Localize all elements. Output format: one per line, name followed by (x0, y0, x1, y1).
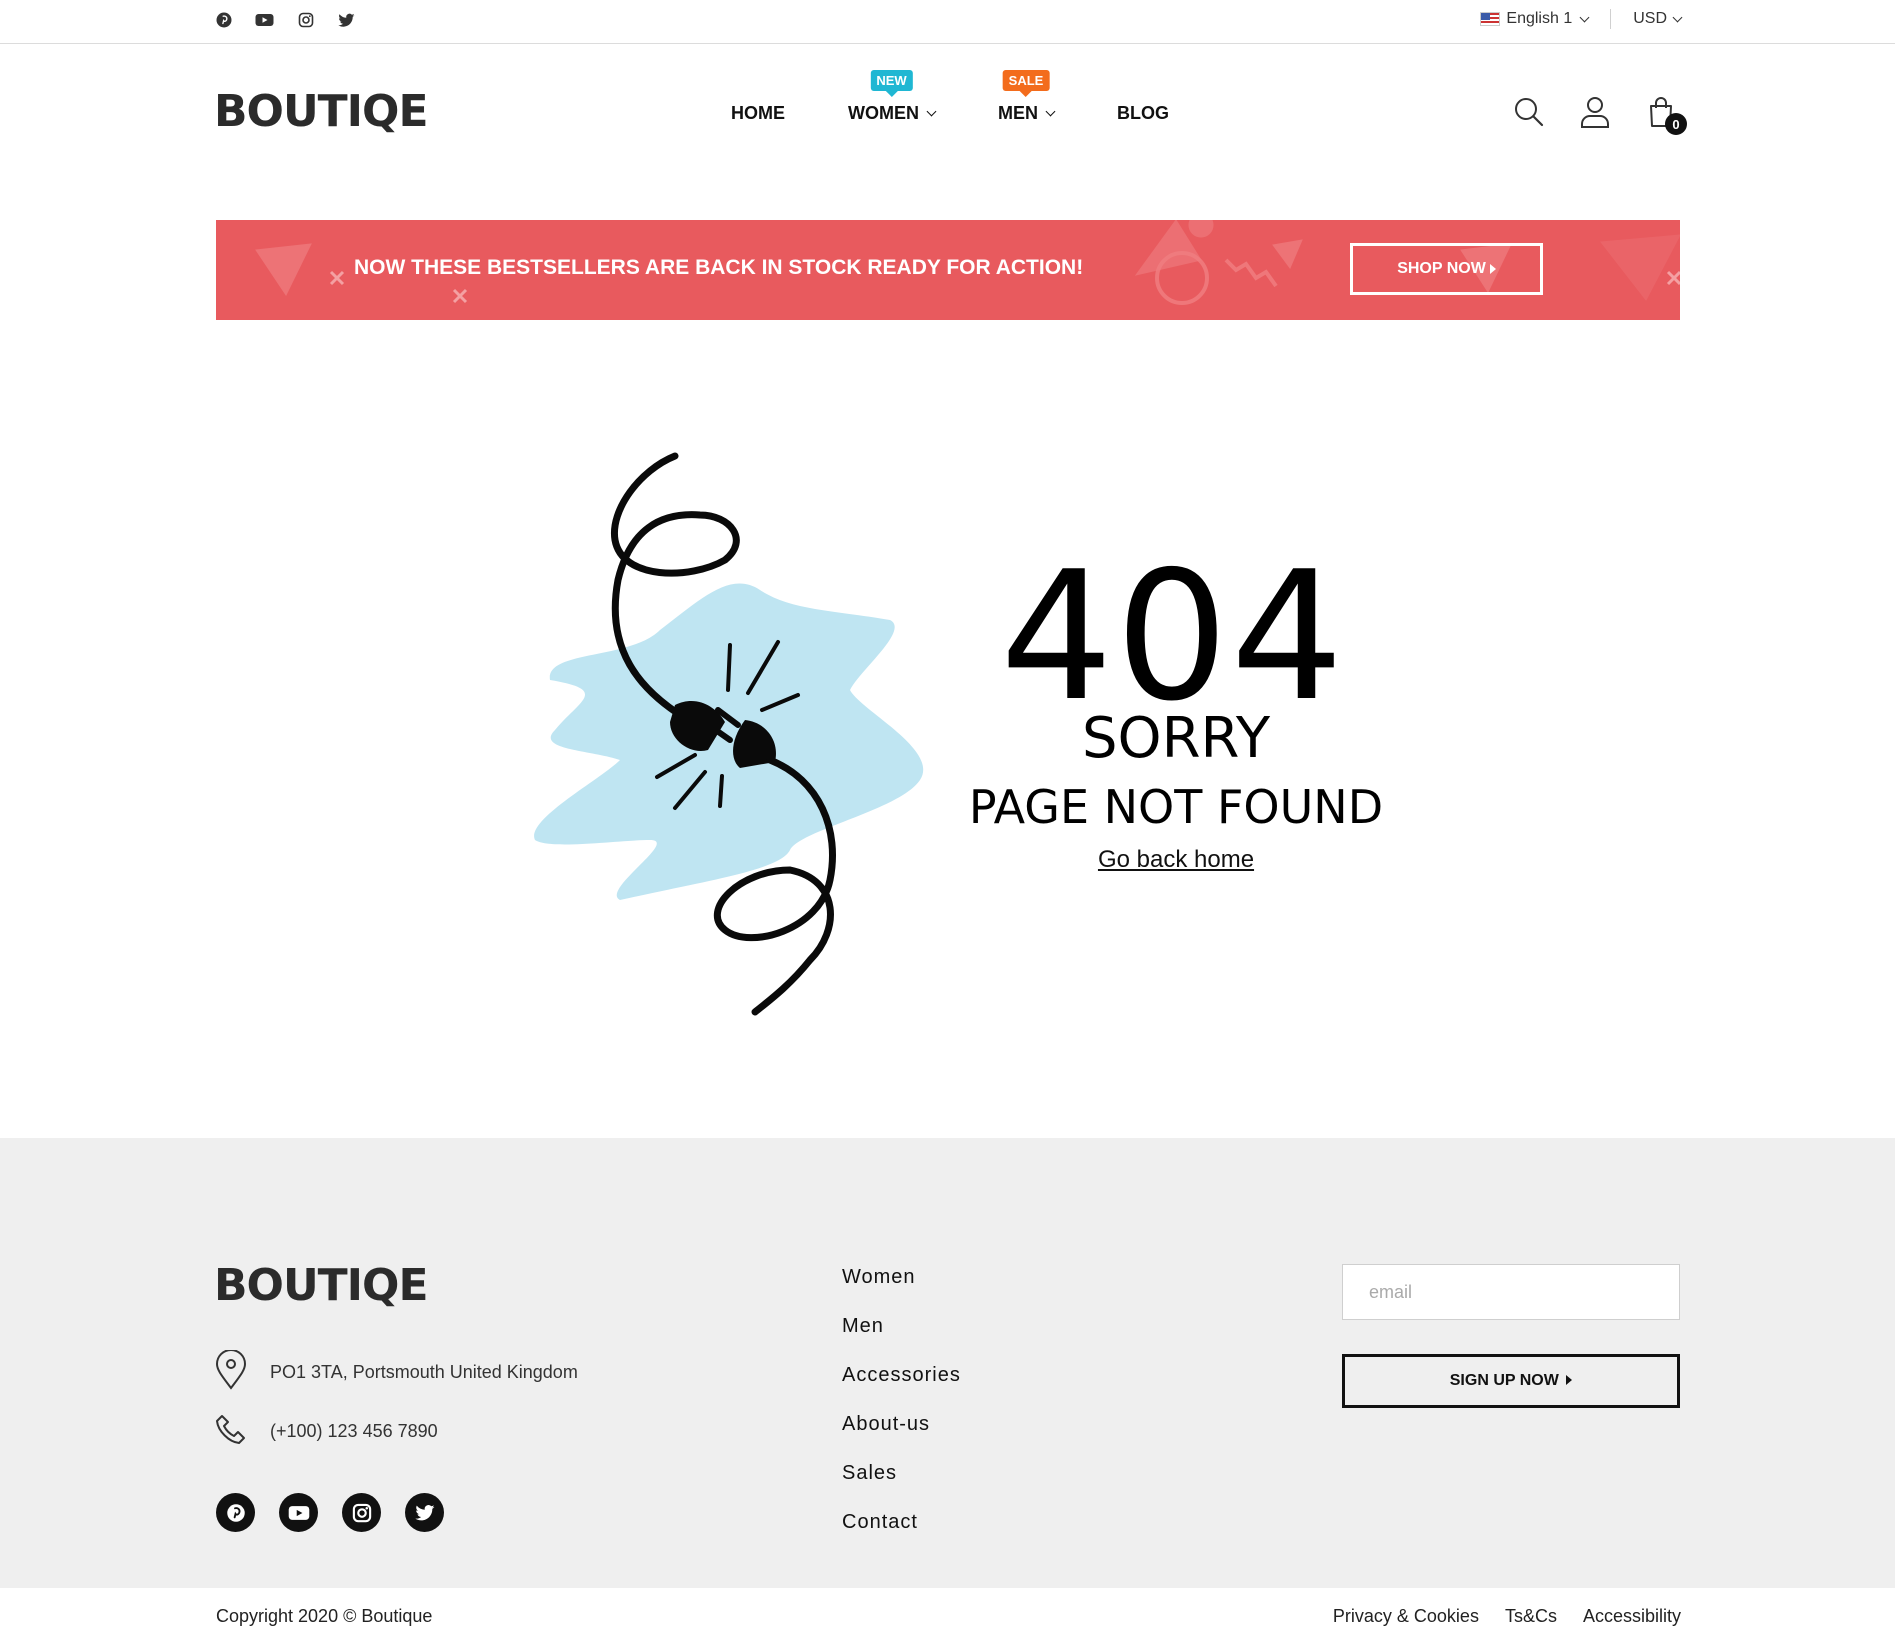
footer-link-accessories[interactable]: Accessories (842, 1364, 961, 1413)
address-text: PO1 3TA, Portsmouth United Kingdom (270, 1362, 578, 1382)
new-badge: NEW (870, 70, 913, 91)
language-label: English 1 (1506, 10, 1573, 27)
nav-men-label: MEN (998, 103, 1038, 123)
footer-link-women[interactable]: Women (842, 1266, 961, 1315)
footer-link-contact[interactable]: Contact (842, 1511, 961, 1560)
phone-text: (+100) 123 456 7890 (270, 1421, 438, 1441)
nav-blog-label: BLOG (1117, 103, 1169, 123)
shop-now-button[interactable]: SHOP NOW (1350, 243, 1543, 295)
caret-right-icon (1489, 264, 1496, 274)
chevron-down-icon (1672, 12, 1683, 22)
nav-home[interactable]: HOME (731, 103, 785, 124)
footer-link-men[interactable]: Men (842, 1315, 961, 1364)
sign-up-button[interactable]: SIGN UP NOW (1342, 1354, 1680, 1408)
footer-links: Women Men Accessories About-us Sales Con… (842, 1266, 961, 1560)
site-footer: BOUTIQE PO1 3TA, Portsmouth United Kingd… (0, 1138, 1895, 1588)
twitter-icon[interactable] (337, 10, 356, 29)
search-icon[interactable] (1513, 95, 1545, 129)
footer-address: PO1 3TA, Portsmouth United Kingdom (214, 1349, 578, 1395)
language-selector[interactable]: English 1 (1480, 10, 1590, 28)
currency-label: USD (1633, 10, 1667, 27)
privacy-cookies-link[interactable]: Privacy & Cookies (1333, 1606, 1479, 1627)
chevron-down-icon (1579, 12, 1590, 22)
sign-up-label: SIGN UP NOW (1449, 1372, 1559, 1389)
logo[interactable]: BOUTIQE (214, 86, 429, 137)
site-header: BOUTIQE HOME NEW WOMEN SALE MEN BLOG 0 (0, 44, 1895, 184)
caret-right-icon (1566, 1375, 1573, 1385)
top-bar: English 1 USD (0, 0, 1895, 44)
error-message: PAGE NOT FOUND (968, 780, 1384, 834)
youtube-icon[interactable] (255, 10, 274, 29)
twitter-icon[interactable] (405, 1493, 444, 1532)
nav-home-label: HOME (731, 103, 785, 123)
legal-links: Privacy & Cookies Ts&Cs Accessibility (1333, 1606, 1681, 1627)
nav-men[interactable]: SALE MEN (998, 70, 1056, 124)
header-actions: 0 (1513, 95, 1687, 135)
instagram-icon[interactable] (342, 1493, 381, 1532)
accessibility-link[interactable]: Accessibility (1583, 1606, 1681, 1627)
sale-badge: SALE (1002, 70, 1050, 91)
top-social-links (214, 10, 356, 29)
bottom-bar: Copyright 2020 © Boutique Privacy & Cook… (0, 1588, 1895, 1645)
pinterest-icon[interactable] (214, 10, 233, 29)
footer-link-about-us[interactable]: About-us (842, 1413, 961, 1462)
error-sorry: SORRY (1081, 706, 1271, 771)
chevron-down-icon (926, 106, 937, 117)
terms-link[interactable]: Ts&Cs (1505, 1606, 1557, 1627)
chevron-down-icon (1045, 106, 1056, 117)
footer-social-links (216, 1493, 444, 1532)
footer-link-sales[interactable]: Sales (842, 1462, 961, 1511)
currency-selector[interactable]: USD (1633, 10, 1683, 28)
us-flag-icon (1480, 12, 1501, 26)
go-back-home-link[interactable]: Go back home (0, 846, 1895, 874)
cart-icon[interactable]: 0 (1645, 95, 1687, 135)
user-icon[interactable] (1579, 95, 1611, 129)
top-settings: English 1 USD (1480, 9, 1683, 29)
nav-women-label: WOMEN (848, 103, 919, 123)
footer-logo[interactable]: BOUTIQE (214, 1260, 429, 1311)
banner-text: NOW THESE BESTSELLERS ARE BACK IN STOCK … (354, 256, 1084, 279)
newsletter-email-input[interactable] (1342, 1264, 1680, 1320)
phone-icon (214, 1412, 248, 1451)
main-nav: HOME NEW WOMEN SALE MEN BLOG (731, 70, 1169, 124)
promo-banner[interactable]: NOW THESE BESTSELLERS ARE BACK IN STOCK … (216, 220, 1680, 320)
youtube-icon[interactable] (279, 1493, 318, 1532)
nav-women[interactable]: NEW WOMEN (848, 70, 937, 124)
shop-now-label: SHOP NOW (1397, 260, 1486, 277)
divider (1610, 9, 1612, 29)
cart-count-badge: 0 (1665, 113, 1687, 135)
pinterest-icon[interactable] (216, 1493, 255, 1532)
copyright: Copyright 2020 © Boutique (216, 1606, 433, 1626)
footer-phone: (+100) 123 456 7890 (214, 1412, 438, 1451)
error-code: 404 (1000, 533, 1346, 740)
location-pin-icon (214, 1349, 248, 1395)
nav-blog[interactable]: BLOG (1117, 103, 1169, 124)
instagram-icon[interactable] (296, 10, 315, 29)
